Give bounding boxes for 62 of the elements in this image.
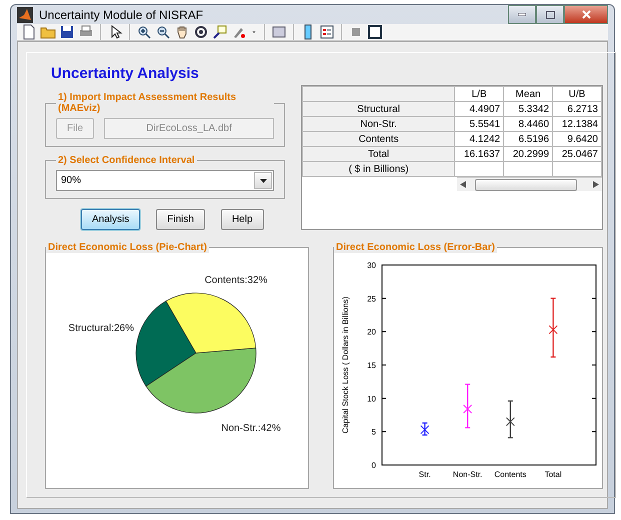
dropdown-arrow-icon <box>260 178 266 182</box>
save-icon[interactable] <box>59 24 75 40</box>
minimize-button[interactable] <box>508 5 536 24</box>
row-header: Contents <box>302 132 455 146</box>
zoom-out-icon[interactable] <box>155 24 171 40</box>
action-button[interactable]: Analysis <box>81 209 140 230</box>
table-cell: 5.3342 <box>504 102 553 116</box>
table-cell: 12.1384 <box>552 116 602 132</box>
slice-label: Contents:32% <box>204 275 268 286</box>
action-button[interactable]: Help <box>220 209 264 230</box>
tick-label: Contents <box>494 470 526 479</box>
row-header: Total <box>302 146 455 162</box>
maximize-button[interactable] <box>536 5 564 24</box>
scroll-right-icon[interactable] <box>593 181 599 188</box>
slice-label: Non-Str.:42% <box>221 423 281 434</box>
table-cell: 6.5196 <box>504 132 553 146</box>
tick-label: 25 <box>367 294 376 304</box>
tick-label: 15 <box>367 361 376 370</box>
row-header: ( $ in Billions) <box>302 162 455 176</box>
column-header: Mean <box>504 86 553 102</box>
group-title: 2) Select Confidence Interval <box>57 155 196 166</box>
maximize-icon <box>546 10 554 18</box>
section-heading: Uncertainty Analysis <box>51 65 200 82</box>
row-header: Structural <box>302 102 455 116</box>
tick-label: Str. <box>418 470 431 479</box>
column-header: U/B <box>552 86 602 102</box>
scroll-left-icon[interactable] <box>460 181 466 188</box>
table-cell: 4.1242 <box>454 132 504 146</box>
panel-title: Direct Economic Loss (Error-Bar) <box>334 242 497 253</box>
column-header: L/B <box>454 86 504 102</box>
legend-icon[interactable] <box>319 24 335 40</box>
table-cell: 25.0467 <box>552 146 602 162</box>
minimize-icon <box>518 13 526 16</box>
slice-label: Structural:26% <box>68 323 134 334</box>
tick-label: 20 <box>367 328 376 337</box>
tick-label: 30 <box>367 261 376 270</box>
axis-label: Capital Stock Loss ( Dollars in Billions) <box>341 296 350 434</box>
tick-label: Non-Str. <box>452 470 482 479</box>
tick-label: Total <box>544 470 562 479</box>
close-icon <box>582 10 590 19</box>
table-cell: 9.6420 <box>552 132 602 146</box>
close-button[interactable] <box>564 5 608 24</box>
table-cell: 20.2999 <box>504 146 553 162</box>
tick-label: 5 <box>372 428 376 437</box>
group-title: 1) Import Impact Assessment Results (MAEviz) <box>57 92 238 114</box>
table-cell: 4.4907 <box>454 102 504 116</box>
horizontal-scrollbar[interactable] <box>457 177 602 191</box>
action-button[interactable]: Finish <box>156 209 205 230</box>
table-cell: 16.1637 <box>454 146 504 162</box>
tick-label: 10 <box>367 394 376 404</box>
tick-label: 0 <box>372 461 376 470</box>
window-title: Uncertainty Module of NISRAF <box>39 8 204 22</box>
table-cell: 5.5541 <box>454 116 504 132</box>
row-header: Non-Str. <box>302 116 455 132</box>
panel-title: Direct Economic Loss (Pie-Chart) <box>46 242 209 253</box>
plot-window-icon[interactable] <box>271 24 287 40</box>
confidence-dropdown[interactable]: 90% <box>56 170 274 191</box>
zoom-in-icon[interactable] <box>136 24 152 40</box>
app-icon <box>17 6 33 22</box>
table-cell: 8.4460 <box>504 116 553 132</box>
panel-icon[interactable] <box>367 24 383 40</box>
table-cell: 6.2713 <box>552 102 602 116</box>
